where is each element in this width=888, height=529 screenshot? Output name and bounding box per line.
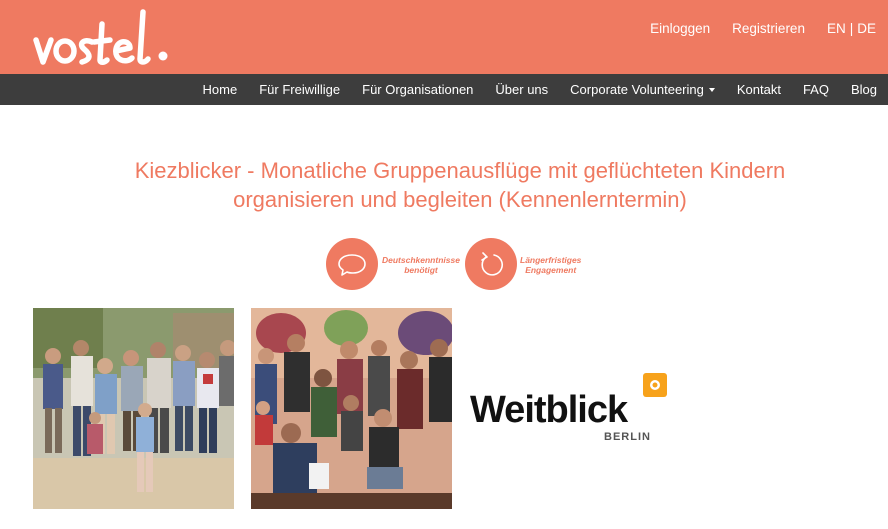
refresh-icon <box>481 252 503 276</box>
group-photo-outdoor-image <box>33 308 234 509</box>
commitment-badge-line2: Engagement <box>525 265 577 275</box>
vostel-logo[interactable] <box>32 4 182 70</box>
language-badge <box>326 238 378 290</box>
lang-en-link[interactable]: EN <box>827 21 846 36</box>
register-link[interactable]: Registrieren <box>732 21 805 36</box>
commitment-badge-label: Längerfristiges Engagement <box>520 255 581 275</box>
lang-de-link[interactable]: DE <box>857 21 876 36</box>
weitblick-logo-image: Weitblick BERLIN <box>470 373 667 443</box>
nav-faq[interactable]: FAQ <box>803 82 829 97</box>
chevron-down-icon <box>708 87 715 92</box>
vostel-logo-mark <box>33 9 168 65</box>
main-nav: Home Für Freiwillige Für Organisationen … <box>181 74 877 105</box>
language-badge-line1: Deutschkenntnisse <box>382 255 460 265</box>
nav-about[interactable]: Über uns <box>495 82 548 97</box>
page-title: Kiezblicker - Monatliche Gruppenausflüge… <box>60 156 860 214</box>
puzzle-piece-icon <box>643 373 667 397</box>
nav-home[interactable]: Home <box>203 82 238 97</box>
weitblick-berlin-logo[interactable]: Weitblick BERLIN <box>468 372 678 452</box>
commitment-badge <box>465 238 517 290</box>
group-photo-outdoor[interactable] <box>33 308 234 509</box>
weitblick-berlin-label: BERLIN <box>604 431 651 443</box>
nav-organisations[interactable]: Für Organisationen <box>362 82 473 97</box>
nav-corporate-volunteering[interactable]: Corporate Volunteering <box>570 82 715 97</box>
commitment-badge-line1: Längerfristiges <box>520 255 582 265</box>
weitblick-wordmark: Weitblick <box>470 389 629 431</box>
login-link[interactable]: Einloggen <box>650 21 710 36</box>
nav-blog[interactable]: Blog <box>851 82 877 97</box>
nav-volunteers[interactable]: Für Freiwillige <box>259 82 340 97</box>
language-badge-label: Deutschkenntnisse benötigt <box>382 255 460 275</box>
nav-contact[interactable]: Kontakt <box>737 82 781 97</box>
speech-bubble-icon <box>338 254 366 276</box>
top-header: Einloggen Registrieren EN | DE <box>0 0 888 74</box>
account-links: Einloggen Registrieren EN | DE <box>650 21 876 36</box>
language-badge-line2: benötigt <box>404 265 438 275</box>
nav-corporate-label: Corporate Volunteering <box>570 82 704 97</box>
page-title-line2: organisieren und begleiten (Kennenlernte… <box>233 187 687 212</box>
group-photo-indoor-image <box>251 308 452 509</box>
group-photo-indoor[interactable] <box>251 308 452 509</box>
main-navbar: Home Für Freiwillige Für Organisationen … <box>0 74 888 105</box>
lang-separator: | <box>849 21 854 36</box>
page-title-line1: Kiezblicker - Monatliche Gruppenausflüge… <box>134 158 786 183</box>
